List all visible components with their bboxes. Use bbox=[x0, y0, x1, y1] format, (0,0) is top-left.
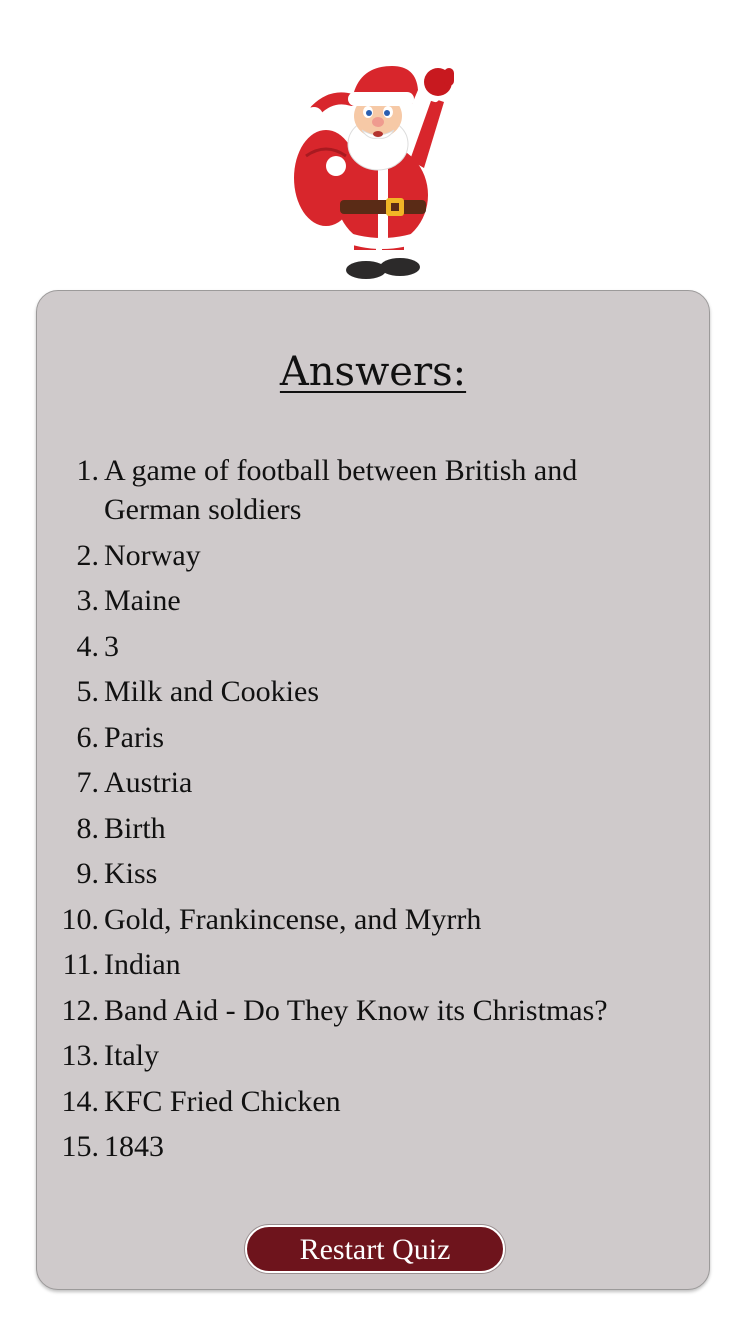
answer-text: KFC Fried Chicken bbox=[104, 1084, 341, 1118]
answer-number: 10. bbox=[61, 902, 100, 936]
answer-item: 15. 1843 bbox=[37, 1127, 677, 1166]
answer-item: 14. KFC Fried Chicken bbox=[37, 1082, 677, 1121]
answer-item: 4. 3 bbox=[37, 627, 677, 666]
answer-text: Italy bbox=[104, 1039, 159, 1072]
answer-text: Indian bbox=[104, 948, 181, 981]
answers-card: Answers: 1. A game of football between Br… bbox=[36, 290, 710, 1290]
answer-number: 2. bbox=[76, 538, 100, 572]
answer-item: 1. A game of football between British and… bbox=[37, 451, 677, 529]
answer-number: 11. bbox=[62, 948, 99, 981]
answer-text: Milk and Cookies bbox=[104, 675, 319, 708]
answer-number: 6. bbox=[76, 720, 100, 754]
answer-number: 3. bbox=[76, 584, 100, 617]
answer-text: Norway bbox=[104, 538, 201, 572]
answer-number: 7. bbox=[76, 766, 100, 799]
answers-list: 1. A game of football between British and… bbox=[37, 451, 677, 1173]
answer-text: Gold, Frankincense, and Myrrh bbox=[104, 902, 482, 936]
answer-item: 11. Indian bbox=[37, 945, 677, 984]
answer-text: Austria bbox=[104, 766, 193, 799]
restart-quiz-button[interactable]: Restart Quiz bbox=[245, 1225, 505, 1273]
answer-text: Maine bbox=[104, 584, 181, 617]
answer-item: 8. Birth bbox=[37, 809, 677, 848]
answer-item: 7. Austria bbox=[37, 763, 677, 802]
answers-title: Answers: bbox=[279, 349, 467, 395]
answer-item: 13. Italy bbox=[37, 1036, 677, 1075]
answer-number: 9. bbox=[76, 857, 100, 890]
answer-number: 15. bbox=[61, 1130, 100, 1163]
answer-text: Kiss bbox=[104, 857, 158, 890]
answer-number: 13. bbox=[61, 1039, 100, 1072]
answer-item: 3. Maine bbox=[37, 581, 677, 620]
answer-item: 10. Gold, Frankincense, and Myrrh bbox=[37, 900, 677, 939]
answer-number: 12. bbox=[61, 993, 100, 1027]
answer-item: 6. Paris bbox=[37, 718, 677, 757]
answer-item: 9. Kiss bbox=[37, 854, 677, 893]
answer-text: A game of football between British and G… bbox=[104, 454, 578, 526]
answer-number: 8. bbox=[76, 811, 100, 845]
answer-text: Paris bbox=[104, 720, 164, 754]
answer-text: Band Aid - Do They Know its Christmas? bbox=[104, 993, 608, 1027]
answer-number: 1. bbox=[76, 454, 100, 487]
answer-number: 4. bbox=[76, 629, 100, 663]
answer-number: 5. bbox=[76, 675, 100, 708]
answer-item: 12. Band Aid - Do They Know its Christmas… bbox=[37, 991, 677, 1030]
answer-item: 2. Norway bbox=[37, 536, 677, 575]
answer-text: 1843 bbox=[104, 1130, 164, 1163]
answer-text: 3 bbox=[104, 629, 119, 663]
santa-claus-icon bbox=[294, 66, 454, 279]
answer-number: 14. bbox=[61, 1084, 100, 1118]
answer-text: Birth bbox=[104, 811, 166, 845]
answer-item: 5. Milk and Cookies bbox=[37, 672, 677, 711]
